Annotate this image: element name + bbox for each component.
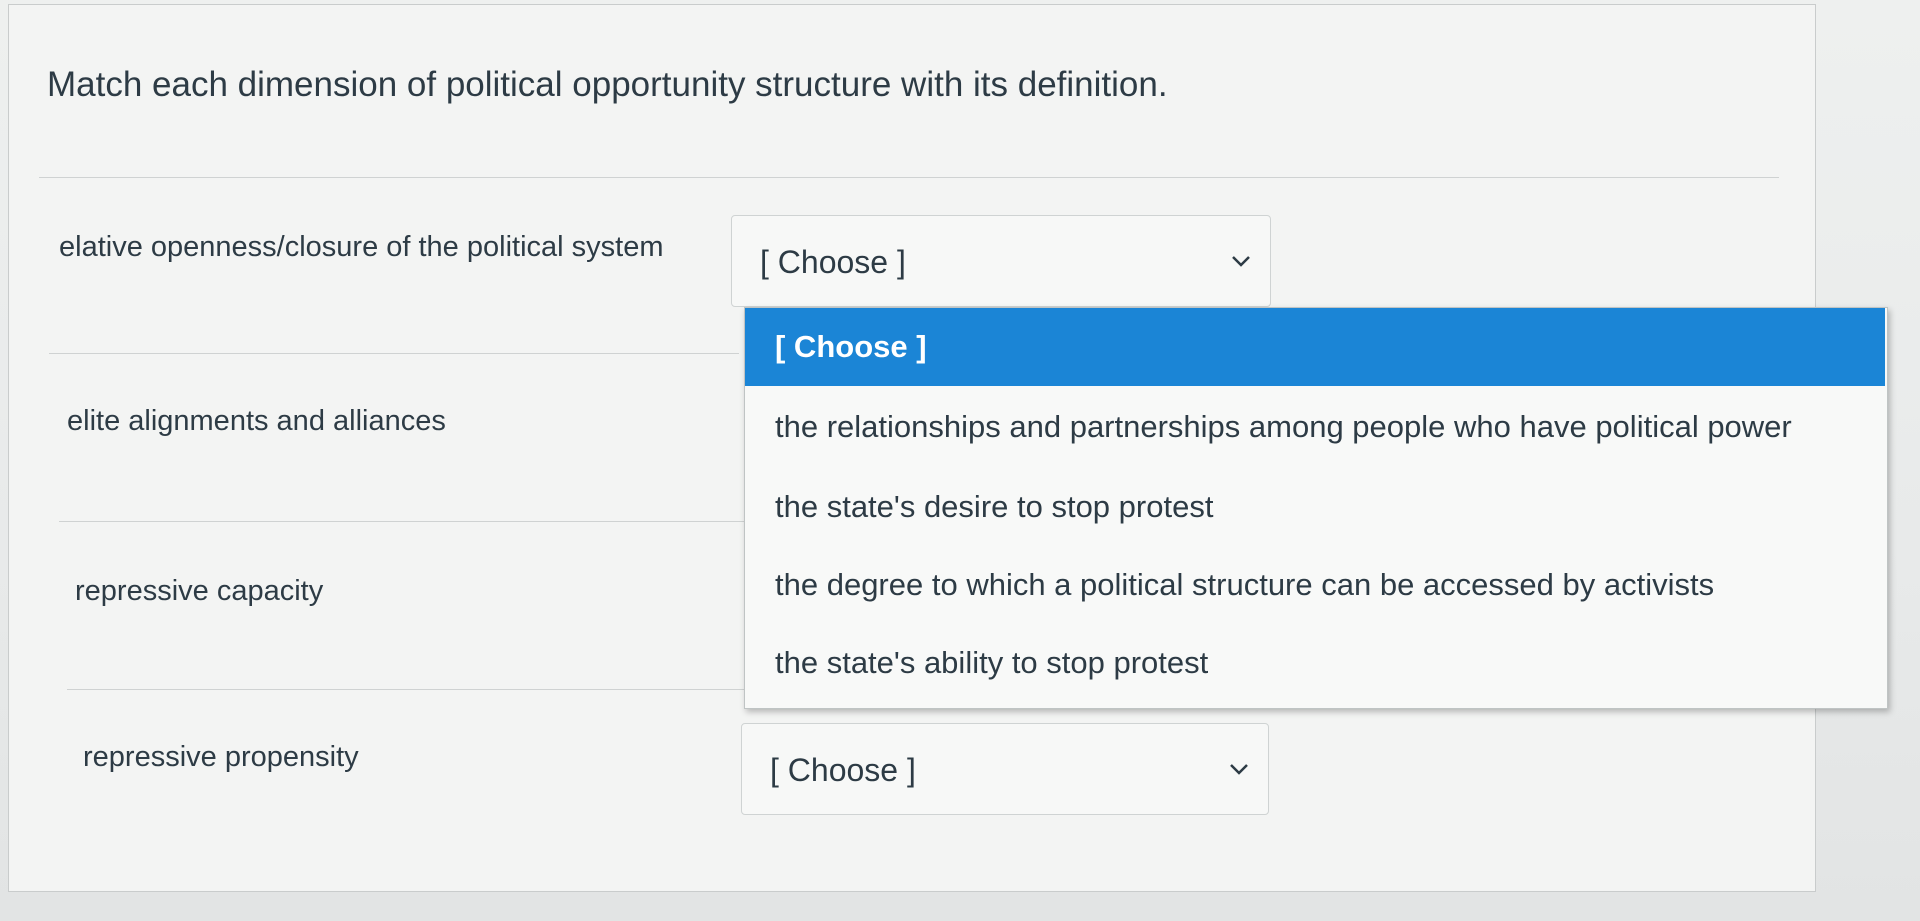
dropdown-option-ability[interactable]: the state's ability to stop protest [745,624,1885,702]
answer-label-repressive-capacity: repressive capacity [75,575,324,607]
quiz-question-card: Match each dimension of political opport… [8,4,1888,892]
dropdown-option-relationships[interactable]: the relationships and partnerships among… [745,388,1885,466]
answer-label-openness: elative openness/closure of the politica… [59,231,664,263]
divider [49,353,739,354]
divider [67,689,757,690]
select-value: [ Choose ] [760,244,906,280]
select-value: [ Choose ] [770,752,916,788]
divider [59,521,749,522]
chevron-down-icon [1232,256,1250,267]
question-text: Match each dimension of political opport… [47,65,1168,104]
answer-select-propensity[interactable]: [ Choose ] [741,723,1269,815]
answer-label-elite-alignments: elite alignments and alliances [67,405,446,437]
dropdown-option-choose[interactable]: [ Choose ] [745,308,1885,386]
divider [39,177,1779,178]
answer-label-repressive-propensity: repressive propensity [83,741,359,773]
answer-select-openness[interactable]: [ Choose ] [731,215,1271,307]
dropdown-option-degree[interactable]: the degree to which a political structur… [745,546,1885,624]
dropdown-option-desire[interactable]: the state's desire to stop protest [745,468,1885,546]
chevron-down-icon [1230,764,1248,775]
dropdown-listbox: [ Choose ] the relationships and partner… [744,307,1888,709]
page-background: Match each dimension of political opport… [0,0,1920,921]
